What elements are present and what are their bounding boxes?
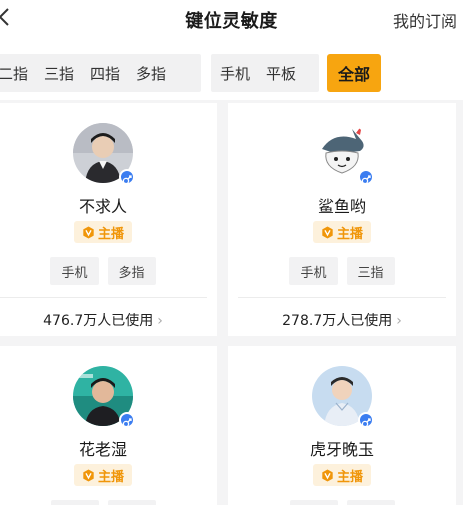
streamer-name: 鲨鱼哟: [317, 197, 366, 216]
chevron-right-icon: ›: [157, 313, 163, 329]
filter-chip-four-finger[interactable]: 四指: [90, 63, 120, 84]
streamer-badge: 主播: [313, 221, 371, 243]
tag-list: [0, 500, 217, 505]
tag-fingers: 多指: [107, 257, 156, 285]
streamer-card[interactable]: 虎牙晚玉 主播: [228, 346, 456, 505]
filter-chip-multi-finger[interactable]: 多指: [136, 63, 166, 84]
verified-v-icon: [83, 468, 94, 482]
tag-device: [289, 500, 338, 505]
tag-list: [228, 500, 456, 505]
filter-chip-three-finger[interactable]: 三指: [44, 63, 74, 84]
streamer-badge-label: 主播: [97, 226, 124, 242]
streamer-card[interactable]: 不求人 主播 手机 多指 476.7万人已使用 ›: [0, 103, 217, 336]
top-bar: 键位灵敏度 我的订阅: [0, 0, 463, 38]
usage-count: 476.7万人已使用: [43, 313, 154, 329]
streamer-badge: 主播: [313, 464, 371, 486]
filter-chip-phone[interactable]: 手机: [220, 63, 250, 84]
streamer-badge-label: 主播: [336, 469, 363, 485]
tag-device: 手机: [289, 257, 338, 285]
divider: [0, 297, 207, 298]
avatar-container: [312, 366, 374, 428]
avatar-container: [312, 123, 374, 185]
usage-count-link[interactable]: 278.7万人已使用 ›: [228, 310, 456, 330]
filter-chip-two-finger[interactable]: 二指: [0, 63, 28, 84]
male-gender-icon: [119, 412, 135, 428]
male-gender-icon: [119, 169, 135, 185]
verified-v-icon: [322, 225, 333, 239]
usage-count: 278.7万人已使用: [282, 313, 393, 329]
streamer-card[interactable]: 花老湿 主播: [0, 346, 217, 505]
filter-chip-all[interactable]: 全部: [327, 54, 381, 92]
divider: [238, 297, 446, 298]
streamer-badge: 主播: [74, 221, 132, 243]
tag-fingers: [346, 500, 395, 505]
tag-fingers: 三指: [346, 257, 395, 285]
verified-v-icon: [83, 225, 94, 239]
streamer-card[interactable]: 鲨鱼哟 主播 手机 三指 278.7万人已使用 ›: [228, 103, 456, 336]
filter-chip-tablet[interactable]: 平板: [266, 63, 296, 84]
streamer-name: 不求人: [78, 197, 127, 216]
male-gender-icon: [358, 169, 374, 185]
avatar-container: [73, 123, 135, 185]
usage-count-link[interactable]: 476.7万人已使用 ›: [0, 310, 217, 330]
streamer-badge-label: 主播: [97, 469, 124, 485]
filter-bar: 二指 三指 四指 多指 手机 平板 全部: [0, 38, 463, 100]
tag-list: 手机 三指: [228, 257, 456, 285]
finger-filter-group: 二指 三指 四指 多指: [0, 54, 201, 92]
tag-device: [50, 500, 99, 505]
avatar-container: [73, 366, 135, 428]
tag-list: 手机 多指: [0, 257, 217, 285]
verified-v-icon: [322, 468, 333, 482]
male-gender-icon: [358, 412, 374, 428]
tag-device: 手机: [50, 257, 99, 285]
tag-fingers: [107, 500, 156, 505]
streamer-name: 花老湿: [78, 440, 127, 459]
streamer-badge: 主播: [74, 464, 132, 486]
my-subscriptions-link[interactable]: 我的订阅: [393, 8, 457, 32]
device-filter-group: 手机 平板: [211, 54, 319, 92]
streamer-badge-label: 主播: [336, 226, 363, 242]
chevron-right-icon: ›: [396, 313, 402, 329]
streamer-name: 虎牙晚玉: [309, 440, 374, 459]
